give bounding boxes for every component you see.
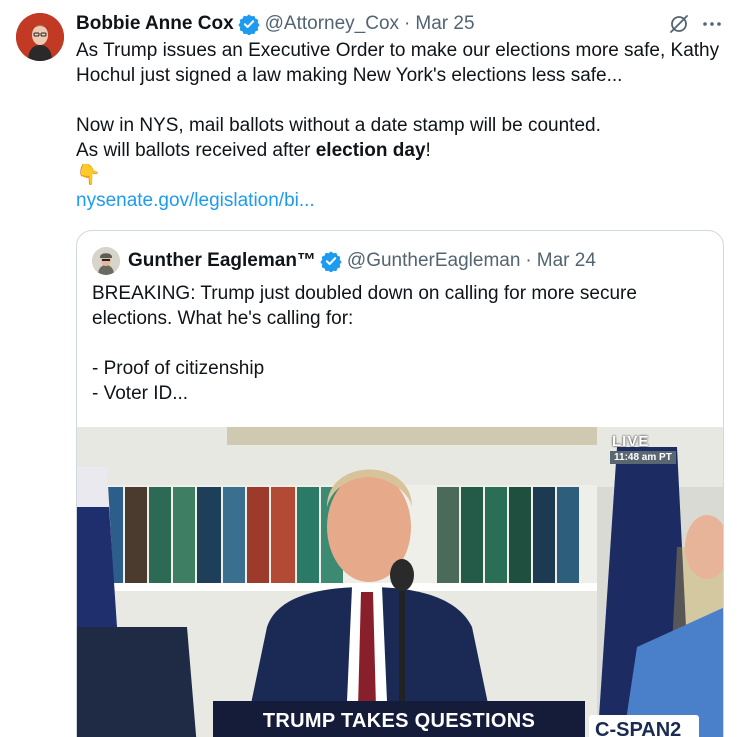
tweet-text-line: Now in NYS, mail ballots without a date …: [76, 115, 601, 136]
quote-video[interactable]: LIVE 11:48 am PT TRUMP TAKES QUESTIONS C…: [77, 427, 723, 737]
news-chyron: TRUMP TAKES QUESTIONS: [213, 701, 585, 737]
text-segment: !: [425, 140, 431, 161]
author-handle[interactable]: @Attorney_Cox: [265, 13, 399, 35]
quote-text-line: - Voter ID...: [92, 383, 189, 404]
quote-text-line: BREAKING: Trump just doubled down on cal…: [92, 283, 637, 329]
quote-date: Mar 24: [536, 250, 596, 271]
quote-author-name: Gunther Eagleman™: [128, 250, 316, 271]
pointing-down-emoji: 👇: [76, 163, 736, 188]
link-line: nysenate.gov/legislation/bi...: [76, 188, 736, 213]
text-segment: As will ballots received after: [76, 140, 316, 161]
verified-badge-icon: [238, 14, 260, 35]
tweet-text: As Trump issues an Executive Order to ma…: [76, 38, 736, 213]
network-logo: C-SPAN2: [589, 715, 699, 737]
live-label: LIVE: [612, 433, 650, 450]
tweet[interactable]: Bobbie Anne Cox @Attorney_Cox · Mar 25 A…: [0, 0, 753, 737]
tweet-date[interactable]: Mar 25: [415, 13, 474, 35]
quote-text: BREAKING: Trump just doubled down on cal…: [92, 281, 712, 406]
author-avatar[interactable]: [16, 13, 64, 61]
author-name[interactable]: Bobbie Anne Cox: [76, 13, 234, 35]
more-icon[interactable]: [700, 12, 724, 36]
quoted-tweet[interactable]: Gunther Eagleman™ @GuntherEagleman · Mar…: [76, 230, 724, 737]
quote-author-handle: @GuntherEagleman: [346, 250, 521, 271]
video-frame: [77, 427, 723, 737]
bold-text: election day: [315, 140, 426, 161]
quote-author-avatar: [92, 247, 120, 275]
quote-header: Gunther Eagleman™ @GuntherEagleman · Mar…: [92, 247, 596, 275]
grok-icon[interactable]: [667, 12, 691, 36]
tweet-header: Bobbie Anne Cox @Attorney_Cox · Mar 25: [76, 12, 475, 36]
verified-badge-icon: [320, 251, 342, 272]
tweet-text-line: As Trump issues an Executive Order to ma…: [76, 40, 720, 86]
tweet-text-line: As will ballots received after election …: [76, 138, 736, 163]
separator-dot: ·: [404, 13, 411, 34]
separator-dot: ·: [525, 250, 532, 271]
live-time: 11:48 am PT: [610, 451, 676, 464]
quote-text-line: - Proof of citizenship: [92, 358, 265, 379]
pointing-down-icon: 👇: [76, 164, 101, 186]
legislation-link[interactable]: nysenate.gov/legislation/bi...: [76, 190, 315, 211]
